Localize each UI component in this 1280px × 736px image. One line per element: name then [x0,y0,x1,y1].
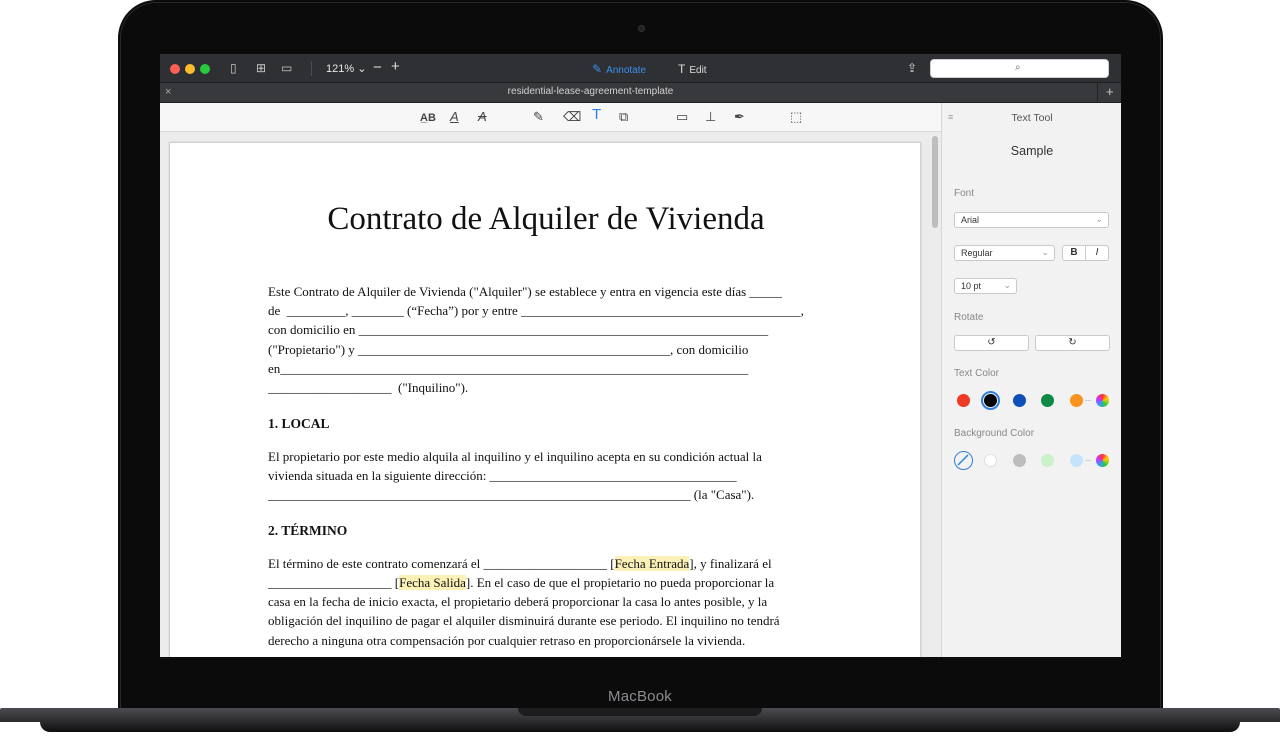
section-line: ___________________ [Fecha Salida]. En e… [268,575,775,590]
zoom-level-dropdown[interactable]: 121% ⌄ [326,62,366,76]
minimize-window-button[interactable] [185,64,195,74]
chevron-down-icon: ⌄ [1041,247,1049,257]
rotate-left-button[interactable]: ↺ [954,335,1029,351]
color-swatch-red[interactable] [957,394,970,407]
font-sample-preview: Sample [1010,144,1054,158]
pen-icon: ✎ [592,62,603,76]
thumbnails-icon[interactable]: ⊞ [256,62,266,75]
laptop-base [0,708,1280,736]
inspector-title: Text Tool [1011,112,1053,124]
document-page: Contrato de Alquiler de Vivienda Este Co… [169,142,921,657]
intro-line: Este Contrato de Alquiler de Vivienda ("… [268,284,782,299]
annotate-label: Annotate [606,65,647,76]
text-color-label: Text Color [954,368,1000,379]
bg-color-picker-icon[interactable] [1096,454,1109,467]
no-fill-swatch-icon[interactable] [954,451,973,470]
font-style-value: Regular [961,248,993,258]
vertical-scrollbar[interactable] [932,136,938,228]
document-title: Contrato de Alquiler de Vivienda [327,201,765,237]
annotate-mode-button[interactable]: ✎ Annotate [592,62,646,78]
note-icon[interactable]: ▭ [676,109,688,125]
intro-line: ("Propietario") y ______________________… [268,342,749,357]
section-line: El propietario por este medio alquila al… [268,449,762,464]
divider [1085,460,1091,461]
underline-text-icon[interactable]: A [450,109,459,125]
highlighted-text[interactable]: Fecha Salida [399,575,466,590]
section-heading: 1. LOCAL [268,416,330,431]
close-window-button[interactable] [170,64,180,74]
color-swatch-orange[interactable] [1070,394,1083,407]
signature-icon[interactable]: ✒ [734,109,745,125]
intro-line: en______________________________________… [268,361,749,376]
chevron-down-icon: ⌄ [1095,214,1103,224]
zoom-window-button[interactable] [200,64,210,74]
color-swatch-black[interactable] [984,394,997,407]
window-titlebar: ▯ ⊞ ▭ 121% ⌄ − + ✎ Annotate T Edit ⇪ ⌕ [160,54,1121,83]
tab-document-title[interactable]: residential-lease-agreement-template [160,86,1021,97]
tab-bar: × residential-lease-agreement-template + [160,83,1121,103]
section-line: derecho a ninguna otra compensación por … [268,633,746,648]
section-line: vivienda situada en la siguiente direcci… [268,468,737,483]
color-swatch-blue[interactable] [1013,394,1026,407]
camera [638,25,645,32]
shapes-icon[interactable]: ⧉ [619,109,628,125]
page-layout-icon[interactable]: ▭ [281,62,292,75]
sidebar-toggle-icon[interactable]: ▯ [230,62,237,75]
zoom-out-button[interactable]: − [373,59,382,76]
eraser-icon[interactable]: ⌫ [563,109,581,125]
text-cursor-icon: T [678,62,686,76]
chevron-down-icon: ⌄ [1003,280,1011,290]
font-family-value: Arial [961,215,980,225]
section-line: obligación del inquilino de pagar el alq… [268,613,780,628]
document-viewport[interactable]: Contrato de Alquiler de Vivienda Este Co… [160,132,941,657]
text-tool-icon[interactable]: T [592,107,601,123]
rotate-right-button[interactable]: ↻ [1035,335,1110,351]
selection-icon[interactable]: ⬚ [790,109,802,125]
font-size-value: 10 pt [961,281,982,291]
tab-divider [1097,83,1098,103]
device-brand-label: MacBook [608,688,672,705]
font-size-select[interactable]: 10 pt ⌄ [954,278,1017,294]
stamp-icon[interactable]: ⊥ [705,109,716,125]
toolbar-divider [311,61,312,76]
pencil-icon[interactable]: ✎ [533,109,544,125]
section-line: casa en la fecha de inicio exacta, el pr… [268,594,768,609]
annotation-toolbar: A̲B A A ✎ ⌫ T ⧉ ▭ ⊥ ✒ ⬚ [160,103,941,132]
section-line: ________________________________________… [268,487,755,502]
rotate-label: Rotate [954,312,984,323]
strikethrough-text-icon[interactable]: A [478,109,487,125]
bold-button[interactable]: B [1062,245,1086,261]
screen: ▯ ⊞ ▭ 121% ⌄ − + ✎ Annotate T Edit ⇪ ⌕ × r… [160,54,1121,657]
divider [1085,400,1091,401]
intro-line: ___________________ ("Inquilino"). [268,380,469,395]
italic-button[interactable]: I [1085,245,1109,261]
color-picker-icon[interactable] [1096,394,1109,407]
bg-swatch-gray[interactable] [1013,454,1026,467]
opening-notch [518,708,762,716]
search-input[interactable]: ⌕ [930,59,1109,78]
color-swatch-green[interactable] [1041,394,1054,407]
bg-swatch-light-blue[interactable] [1070,454,1083,467]
new-tab-button[interactable]: + [1106,84,1114,99]
highlighted-text[interactable]: Fecha Entrada [614,556,690,571]
share-icon[interactable]: ⇪ [907,61,917,75]
edit-label: Edit [689,65,707,76]
font-label: Font [954,188,975,199]
search-icon: ⌕ [1015,62,1021,73]
background-color-label: Background Color [954,428,1035,439]
bg-swatch-white[interactable] [984,454,997,467]
bg-swatch-light-green[interactable] [1041,454,1054,467]
font-family-select[interactable]: Arial ⌄ [954,212,1109,228]
text-tool-inspector: ≡ Text Tool Sample Font Arial ⌄ Regular ⌄ … [941,103,1121,657]
intro-line: con domicilio en _______________________… [268,322,769,337]
highlight-text-icon[interactable]: A̲B [420,110,436,126]
font-style-select[interactable]: Regular ⌄ [954,245,1055,261]
section-line: El término de este contrato comenzará el… [268,556,772,571]
edit-mode-button[interactable]: T Edit [678,62,707,78]
intro-line: de _________, ________ (“Fecha”) por y e… [268,303,804,318]
zoom-in-button[interactable]: + [391,58,400,75]
section-heading: 2. TÉRMINO [268,523,348,538]
